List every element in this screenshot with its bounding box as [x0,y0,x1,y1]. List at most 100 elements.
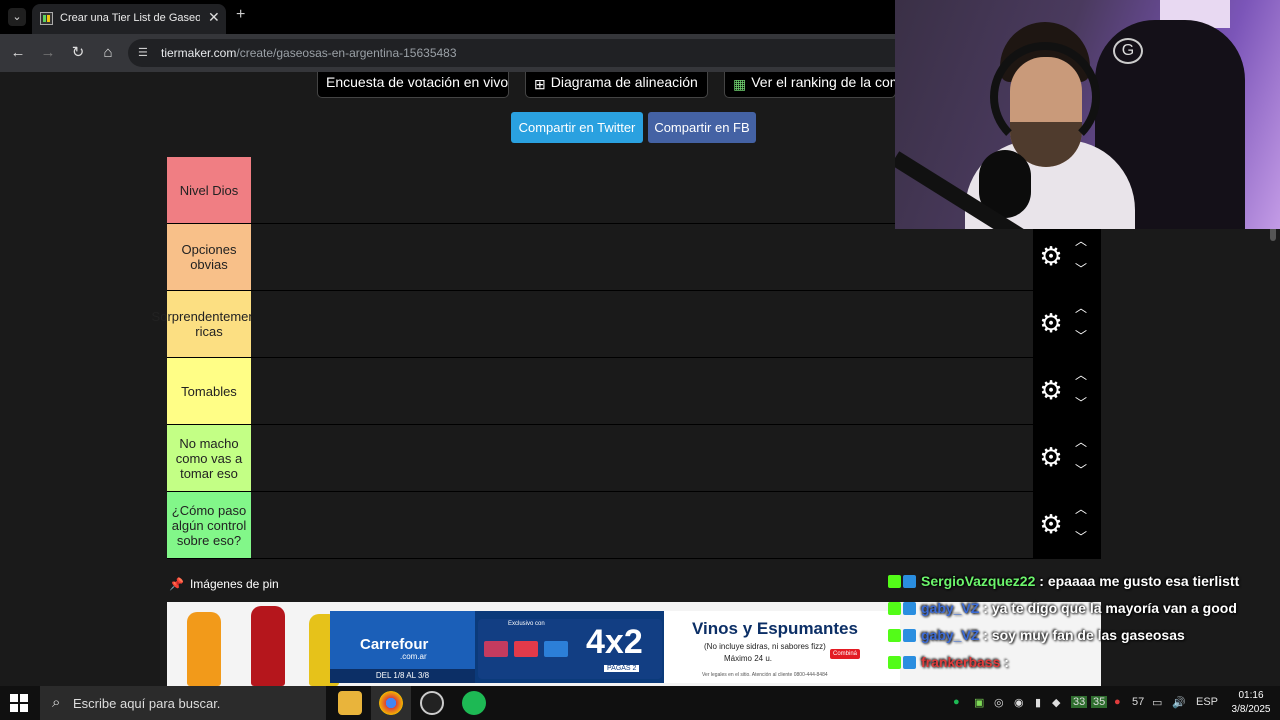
item-bottle[interactable] [251,606,285,686]
network-icon[interactable]: ▭ [1152,696,1162,709]
tray-temp-3[interactable]: 57 [1132,696,1144,708]
chat-username[interactable]: gaby_VZ [921,627,979,643]
chat-username[interactable]: frankerbass [921,654,1000,670]
chevron-down-icon[interactable]: ﹀ [1073,463,1089,477]
tier-label[interactable]: Tomables [167,358,251,424]
tab-close-icon[interactable]: ✕ [208,9,220,26]
chevron-up-icon[interactable]: ︿ [1073,368,1089,382]
ad-promo-big: 4x2 [586,623,643,661]
chrome-icon[interactable] [379,691,403,715]
chevron-up-icon[interactable]: ︿ [1073,435,1089,449]
chevron-down-icon[interactable]: ﹀ [1073,530,1089,544]
address-bar[interactable]: ☰ tiermaker.com/create/gaseosas-en-argen… [128,39,900,67]
chat-message: gaby_VZ : soy muy fan de las gaseosas [888,627,1185,649]
alignment-chart-button[interactable]: ⊞ Diagrama de alineación [525,72,708,98]
tier-row: No macho como vas a tomar eso ⚙ ︿ ﹀ [167,425,1101,492]
carrefour-ad-banner[interactable]: Carrefour .com.ar DEL 1/8 AL 3/8 Exclusi… [330,611,900,683]
tier-label[interactable]: Opciones obvias [167,224,251,290]
chevron-up-icon[interactable]: ︿ [1073,502,1089,516]
tier-row: Opciones obvias ⚙ ︿ ﹀ [167,224,1101,291]
taskbar-clock[interactable]: 01:16 3/8/2025 [1228,689,1274,717]
tiermaker-favicon-icon [40,12,53,25]
share-fb-button[interactable]: Compartir en FB [648,112,756,143]
windows-taskbar: ⌕ Escribe aquí para buscar. ● ▣ ◎ ◉ ▮ ◆ … [0,686,1280,720]
tray-app-icon[interactable]: ◉ [1014,696,1024,709]
tier-row: Sorprendentemente ricas ⚙ ︿ ﹀ [152,291,1101,358]
tab-search-icon[interactable]: ⌄ [8,8,26,26]
badge-icon [903,656,916,669]
tray-record-icon[interactable]: ● [1114,696,1121,708]
language-indicator[interactable]: ESP [1196,696,1218,708]
chevron-up-icon[interactable]: ︿ [1073,234,1089,248]
tier-label[interactable]: Nivel Dios [167,157,251,223]
back-icon[interactable]: ← [8,43,28,63]
card-icon [484,641,508,657]
tier-label[interactable]: Sorprendentemente ricas [152,291,266,357]
taskbar-search-placeholder: Escribe aquí para buscar. [73,696,221,711]
chat-username[interactable]: SergioVazquez22 [921,573,1035,589]
badge-icon [903,629,916,642]
tier-row: ¿Cómo paso algún control sobre eso? ⚙ ︿ ﹀ [167,492,1101,559]
forward-icon[interactable]: → [38,43,58,63]
ad-combina-badge: Combiná [830,649,861,659]
clock-time: 01:16 [1238,690,1264,701]
chevron-down-icon[interactable]: ﹀ [1073,262,1089,276]
tier-drop-zone[interactable] [251,291,1033,357]
tier-label[interactable]: ¿Cómo paso algún control sobre eso? [167,492,251,558]
tier-drop-zone[interactable] [251,224,1033,290]
tray-mic-icon[interactable]: ▮ [1035,696,1041,709]
chat-message: gaby_VZ : ya te digo que la mayoría van … [888,600,1237,622]
tier-controls: ⚙ ︿ ﹀ [1033,224,1101,291]
taskbar-search[interactable]: ⌕ Escribe aquí para buscar. [40,686,326,720]
item-bottle[interactable] [187,612,221,686]
tier-controls: ⚙ ︿ ﹀ [1033,425,1101,492]
kick-badge-icon [888,602,901,615]
tray-steam-icon[interactable]: ◎ [994,696,1004,709]
gear-icon[interactable]: ⚙ [1038,511,1064,537]
tier-drop-zone[interactable] [251,492,1033,558]
chat-username[interactable]: gaby_VZ [921,600,979,616]
gear-icon[interactable]: ⚙ [1038,377,1064,403]
chat-separator: : [1000,654,1009,670]
tray-spotify-icon[interactable]: ● [953,696,960,708]
url-text: tiermaker.com/create/gaseosas-en-argenti… [161,46,457,60]
home-icon[interactable]: ⌂ [98,43,118,63]
chevron-up-icon[interactable]: ︿ [1073,301,1089,315]
file-explorer-icon[interactable] [338,691,362,715]
browser-tab[interactable]: Crear una Tier List de Gaseosas ✕ [32,4,226,34]
ad-sub2: Máximo 24 u. [724,654,773,663]
gear-icon[interactable]: ⚙ [1038,444,1064,470]
chair-logo-icon: G [1113,38,1143,64]
kick-badge-icon [888,575,901,588]
webcam-overlay: G [895,0,1280,229]
windows-start-icon[interactable] [10,694,28,712]
ad-promo-small: Exclusivo con [508,621,545,627]
share-twitter-button[interactable]: Compartir en Twitter [511,112,643,143]
tier-drop-zone[interactable] [251,425,1033,491]
volume-icon[interactable]: 🔊 [1172,696,1186,709]
tier-label[interactable]: No macho como vas a tomar eso [167,425,251,491]
new-tab-icon[interactable]: + [236,6,245,24]
obs-icon[interactable] [420,691,444,715]
tray-nvidia-icon[interactable]: ▣ [974,696,984,709]
tray-temp-2[interactable]: 35 [1091,696,1108,708]
ad-wine-panel: Vinos y Espumantes (No incluye sidras, n… [664,611,900,683]
live-poll-button[interactable]: Encuesta de votación en vivo [317,72,509,98]
gear-icon[interactable]: ⚙ [1038,243,1064,269]
gear-icon[interactable]: ⚙ [1038,310,1064,336]
tier-drop-zone[interactable] [251,358,1033,424]
tray-temp-1[interactable]: 33 [1071,696,1088,708]
site-info-icon[interactable]: ☰ [138,46,152,60]
community-ranking-button[interactable]: ▦Ver el ranking de la comunidad [724,72,896,98]
badge-icon [903,575,916,588]
reload-icon[interactable]: ↻ [68,43,88,63]
ad-promo-panel: Exclusivo con 4x2 PAGÁS 2 [478,619,662,679]
chat-separator: : [1035,573,1048,589]
chat-text: epaaaa me gusto esa tierlistt [1047,573,1240,589]
chevron-down-icon[interactable]: ﹀ [1073,396,1089,410]
tray-shield-icon[interactable]: ◆ [1052,696,1060,709]
chevron-down-icon[interactable]: ﹀ [1073,329,1089,343]
spotify-icon[interactable] [462,691,486,715]
page-right-margin [1101,229,1268,574]
grid-icon: ⊞ [534,76,546,92]
